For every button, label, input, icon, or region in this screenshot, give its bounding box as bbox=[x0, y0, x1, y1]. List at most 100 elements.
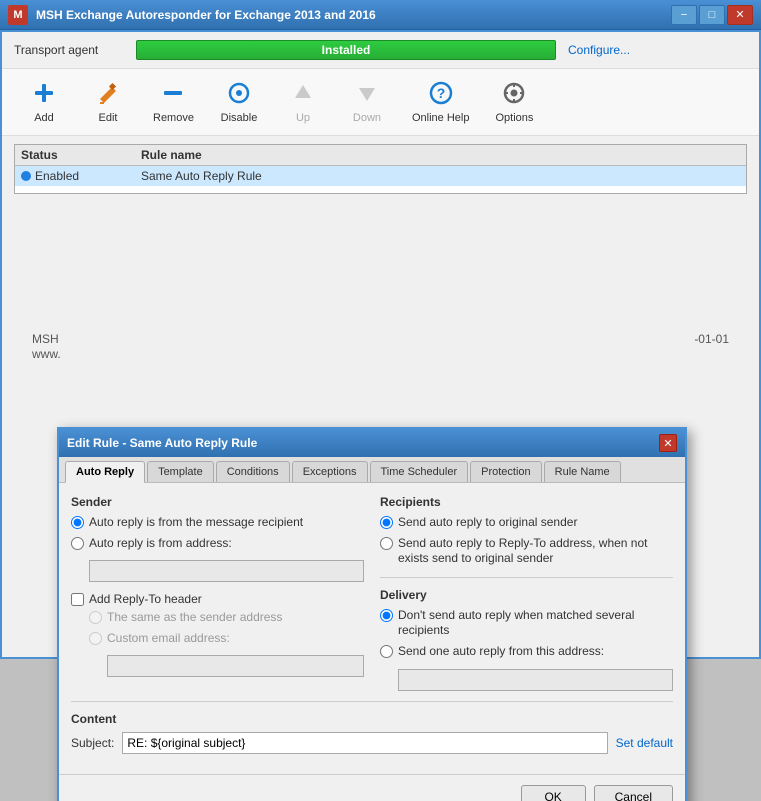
sender-radio-0[interactable] bbox=[71, 516, 84, 529]
col-status: Status bbox=[21, 148, 141, 162]
tabs-bar: Auto Reply Template Conditions Exception… bbox=[59, 457, 685, 483]
delivery-title: Delivery bbox=[380, 588, 673, 602]
content-title: Content bbox=[71, 712, 673, 726]
sender-option-1-label: Auto reply is from address: bbox=[89, 536, 232, 552]
window-controls: − □ ✕ bbox=[671, 5, 753, 25]
recipients-radio-group: Send auto reply to original sender Send … bbox=[380, 515, 673, 567]
recipients-option-0-label: Send auto reply to original sender bbox=[398, 515, 577, 531]
online-help-button[interactable]: ? Online Help bbox=[401, 75, 480, 129]
minimize-button[interactable]: − bbox=[671, 5, 697, 25]
dialog-body: Sender Auto reply is from the message re… bbox=[59, 483, 685, 766]
delivery-radio-group: Don't send auto reply when matched sever… bbox=[380, 608, 673, 691]
maximize-button[interactable]: □ bbox=[699, 5, 725, 25]
dialog-footer: OK Cancel bbox=[59, 774, 685, 801]
tab-time-scheduler[interactable]: Time Scheduler bbox=[370, 461, 469, 482]
delivery-option-0[interactable]: Don't send auto reply when matched sever… bbox=[380, 608, 673, 639]
reply-to-same-radio[interactable] bbox=[89, 611, 102, 624]
two-col-layout: Sender Auto reply is from the message re… bbox=[71, 495, 673, 691]
row-name: Same Auto Reply Rule bbox=[141, 169, 740, 183]
disable-label: Disable bbox=[221, 112, 258, 124]
cancel-button[interactable]: Cancel bbox=[594, 785, 673, 801]
dialog-close-button[interactable]: ✕ bbox=[659, 434, 677, 452]
add-reply-to-checkbox[interactable] bbox=[71, 593, 84, 606]
set-default-link[interactable]: Set default bbox=[616, 736, 673, 750]
recipients-option-0[interactable]: Send auto reply to original sender bbox=[380, 515, 673, 531]
window-title: MSH Exchange Autoresponder for Exchange … bbox=[36, 8, 376, 22]
recipients-option-1[interactable]: Send auto reply to Reply-To address, whe… bbox=[380, 536, 673, 567]
edit-icon bbox=[95, 80, 121, 110]
add-icon bbox=[31, 80, 57, 110]
background-area: MSH www. -01-01 Edit Rule - Same Auto Re… bbox=[2, 202, 759, 801]
dialog-title: Edit Rule - Same Auto Reply Rule bbox=[67, 436, 257, 450]
add-reply-to-row: Add Reply-To header bbox=[71, 592, 364, 606]
transport-bar: Transport agent Installed Configure... bbox=[2, 32, 759, 69]
tab-protection[interactable]: Protection bbox=[470, 461, 542, 482]
divider bbox=[380, 577, 673, 578]
sender-address-input[interactable] bbox=[89, 560, 364, 582]
status-dot bbox=[21, 171, 31, 181]
add-label: Add bbox=[34, 112, 54, 124]
delivery-address-row bbox=[398, 667, 673, 691]
tab-template[interactable]: Template bbox=[147, 461, 214, 482]
close-button[interactable]: ✕ bbox=[727, 5, 753, 25]
down-label: Down bbox=[353, 112, 381, 124]
subject-row: Subject: Set default bbox=[71, 732, 673, 754]
reply-to-custom[interactable]: Custom email address: bbox=[89, 631, 364, 647]
remove-label: Remove bbox=[153, 112, 194, 124]
ok-button[interactable]: OK bbox=[521, 785, 586, 801]
add-reply-to-label[interactable]: Add Reply-To header bbox=[89, 592, 202, 606]
disable-icon bbox=[226, 80, 252, 110]
remove-icon bbox=[160, 80, 186, 110]
reply-to-sub-group: The same as the sender address Custom em… bbox=[89, 610, 364, 677]
subject-input[interactable] bbox=[122, 732, 607, 754]
reply-to-same[interactable]: The same as the sender address bbox=[89, 610, 364, 626]
recipients-radio-1[interactable] bbox=[380, 537, 393, 550]
recipients-option-1-label: Send auto reply to Reply-To address, whe… bbox=[398, 536, 673, 567]
right-col: Recipients Send auto reply to original s… bbox=[380, 495, 673, 691]
svg-text:?: ? bbox=[436, 85, 445, 101]
col-name: Rule name bbox=[141, 148, 740, 162]
edit-label: Edit bbox=[99, 112, 118, 124]
remove-button[interactable]: Remove bbox=[142, 75, 205, 129]
sender-option-0-label: Auto reply is from the message recipient bbox=[89, 515, 303, 531]
transport-label: Transport agent bbox=[14, 43, 124, 57]
main-window: Transport agent Installed Configure... A… bbox=[0, 30, 761, 659]
bg-label: MSH bbox=[32, 332, 59, 346]
sender-radio-1[interactable] bbox=[71, 537, 84, 550]
add-button[interactable]: Add bbox=[14, 75, 74, 129]
delivery-option-1[interactable]: Send one auto reply from this address: bbox=[380, 644, 673, 660]
delivery-option-0-label: Don't send auto reply when matched sever… bbox=[398, 608, 673, 639]
delivery-radio-1[interactable] bbox=[380, 645, 393, 658]
reply-to-same-label: The same as the sender address bbox=[107, 610, 282, 626]
sender-option-1[interactable]: Auto reply is from address: bbox=[71, 536, 364, 552]
options-label: Options bbox=[495, 112, 533, 124]
options-button[interactable]: Options bbox=[484, 75, 544, 129]
reply-to-custom-radio[interactable] bbox=[89, 632, 102, 645]
tab-exceptions[interactable]: Exceptions bbox=[292, 461, 368, 482]
disable-button[interactable]: Disable bbox=[209, 75, 269, 129]
recipients-radio-0[interactable] bbox=[380, 516, 393, 529]
reply-to-custom-input-row bbox=[107, 653, 364, 677]
tab-auto-reply[interactable]: Auto Reply bbox=[65, 461, 145, 483]
sender-title: Sender bbox=[71, 495, 364, 509]
bg-link: www. bbox=[32, 347, 61, 361]
content-divider bbox=[71, 701, 673, 702]
table-row[interactable]: Enabled Same Auto Reply Rule bbox=[15, 166, 746, 186]
edit-button[interactable]: Edit bbox=[78, 75, 138, 129]
delivery-address-input[interactable] bbox=[398, 669, 673, 691]
up-button[interactable]: Up bbox=[273, 75, 333, 129]
tab-conditions[interactable]: Conditions bbox=[216, 461, 290, 482]
down-icon bbox=[354, 80, 380, 110]
subject-label: Subject: bbox=[71, 736, 114, 750]
down-button[interactable]: Down bbox=[337, 75, 397, 129]
delivery-option-1-label: Send one auto reply from this address: bbox=[398, 644, 604, 660]
rules-table: Status Rule name Enabled Same Auto Reply… bbox=[14, 144, 747, 194]
bg-date: -01-01 bbox=[694, 332, 729, 346]
reply-to-custom-label: Custom email address: bbox=[107, 631, 230, 647]
configure-link[interactable]: Configure... bbox=[568, 43, 630, 57]
sender-option-0[interactable]: Auto reply is from the message recipient bbox=[71, 515, 364, 531]
rules-header: Status Rule name bbox=[15, 145, 746, 166]
tab-rule-name[interactable]: Rule Name bbox=[544, 461, 621, 482]
delivery-radio-0[interactable] bbox=[380, 609, 393, 622]
toolbar: Add Edit Remove Disable Up bbox=[2, 69, 759, 136]
